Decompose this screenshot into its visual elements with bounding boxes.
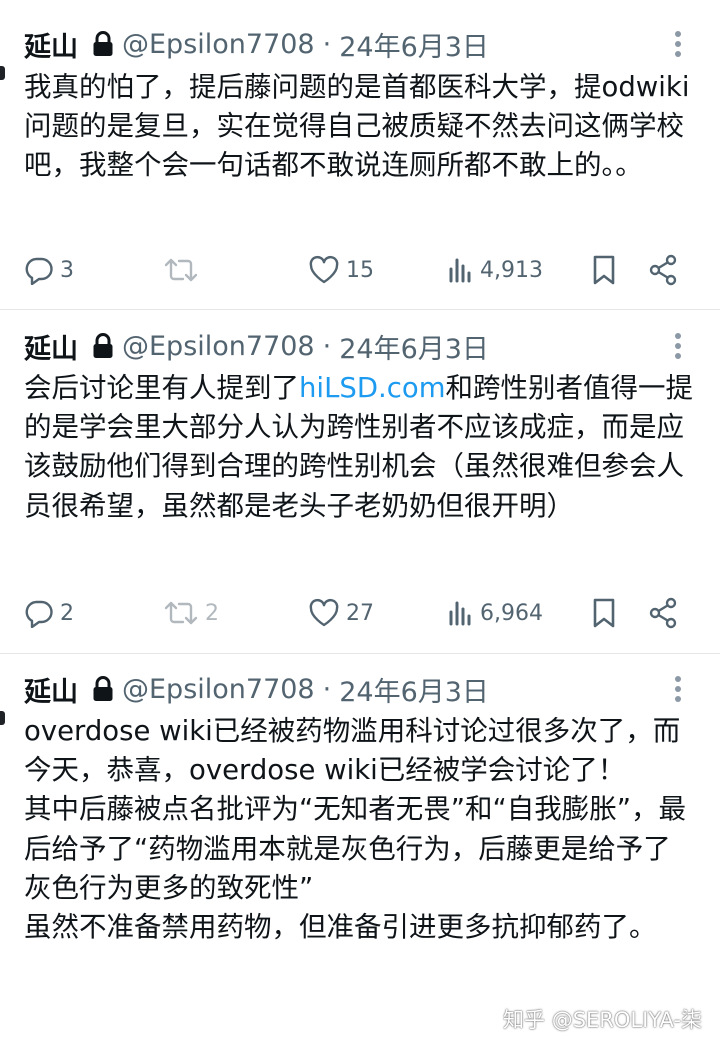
retweet-button[interactable]: 2 (163, 593, 219, 633)
views-count: 6,964 (480, 600, 543, 626)
header-separator: · (322, 330, 332, 362)
share-icon (649, 254, 677, 286)
views-button[interactable]: 6,964 (448, 593, 543, 633)
like-icon (309, 598, 339, 627)
post-date[interactable]: 24年6月3日 (339, 670, 489, 709)
lock-icon (92, 31, 114, 57)
share-icon (649, 597, 677, 629)
tweet-header: 延山 @Epsilon7708 · 24年6月3日 (24, 326, 489, 366)
bookmark-icon (593, 255, 615, 285)
tweet-text: 会后讨论里有人提到了hiLSD.com和跨性别者值得一提的是学会里大部分人认为跨… (24, 369, 696, 526)
more-icon[interactable] (666, 326, 690, 366)
like-button[interactable]: 27 (308, 593, 374, 633)
share-button[interactable] (648, 250, 678, 290)
bookmark-icon (593, 598, 615, 628)
like-count: 15 (346, 257, 374, 283)
tweet-text: 我真的怕了，提后藤问题的是首都医科大学，提odwiki问题的是复旦，实在觉得自己… (24, 71, 690, 182)
reply-button[interactable]: 3 (24, 250, 74, 290)
retweet-count: 2 (205, 600, 219, 626)
author-name[interactable]: 延山 (24, 670, 78, 709)
author-handle[interactable]: @Epsilon7708 (122, 674, 315, 705)
views-icon (449, 601, 471, 626)
views-button[interactable]: 4,913 (448, 250, 543, 290)
reply-button[interactable]: 2 (24, 593, 74, 633)
tweet-header: 延山 @Epsilon7708 · 24年6月3日 (24, 669, 489, 709)
tweet-text-start: 会后讨论里有人提到了 (24, 372, 299, 404)
avatar-edge (0, 711, 5, 725)
bookmark-button[interactable] (590, 250, 618, 290)
author-name[interactable]: 延山 (24, 25, 78, 64)
header-separator: · (322, 28, 332, 60)
post-date[interactable]: 24年6月3日 (339, 25, 489, 64)
bookmark-button[interactable] (590, 593, 618, 633)
views-icon (449, 258, 471, 283)
share-button[interactable] (648, 593, 678, 633)
avatar-edge (0, 66, 5, 80)
retweet-icon (164, 601, 198, 625)
reply-icon (25, 257, 53, 285)
action-bar: 2 2 27 6,964 (0, 593, 720, 633)
reply-icon (25, 600, 53, 628)
reply-count: 3 (60, 257, 74, 283)
tweet-divider (0, 653, 720, 654)
like-icon (309, 255, 339, 284)
author-name[interactable]: 延山 (24, 327, 78, 366)
author-handle[interactable]: @Epsilon7708 (122, 331, 315, 362)
author-handle[interactable]: @Epsilon7708 (122, 29, 315, 60)
views-count: 4,913 (480, 257, 543, 283)
more-icon[interactable] (666, 669, 690, 709)
retweet-icon (164, 258, 198, 282)
lock-icon (92, 676, 114, 702)
like-button[interactable]: 15 (308, 250, 374, 290)
reply-count: 2 (60, 600, 74, 626)
tweet-link[interactable]: hiLSD.com (299, 372, 446, 404)
watermark: 知乎 @SEROLIYA-柒 (503, 1008, 702, 1032)
tweet-divider (0, 309, 720, 310)
post-date[interactable]: 24年6月3日 (339, 327, 489, 366)
tweet-header: 延山 @Epsilon7708 · 24年6月3日 (24, 24, 489, 64)
tweet-text: overdose wiki已经被药物滥用科讨论过很多次了，而今天，恭喜，over… (24, 715, 686, 944)
retweet-button[interactable] (163, 250, 205, 290)
action-bar: 3 15 4,913 (0, 250, 720, 290)
like-count: 27 (346, 600, 374, 626)
more-icon[interactable] (666, 24, 690, 64)
header-separator: · (322, 673, 332, 705)
lock-icon (92, 333, 114, 359)
